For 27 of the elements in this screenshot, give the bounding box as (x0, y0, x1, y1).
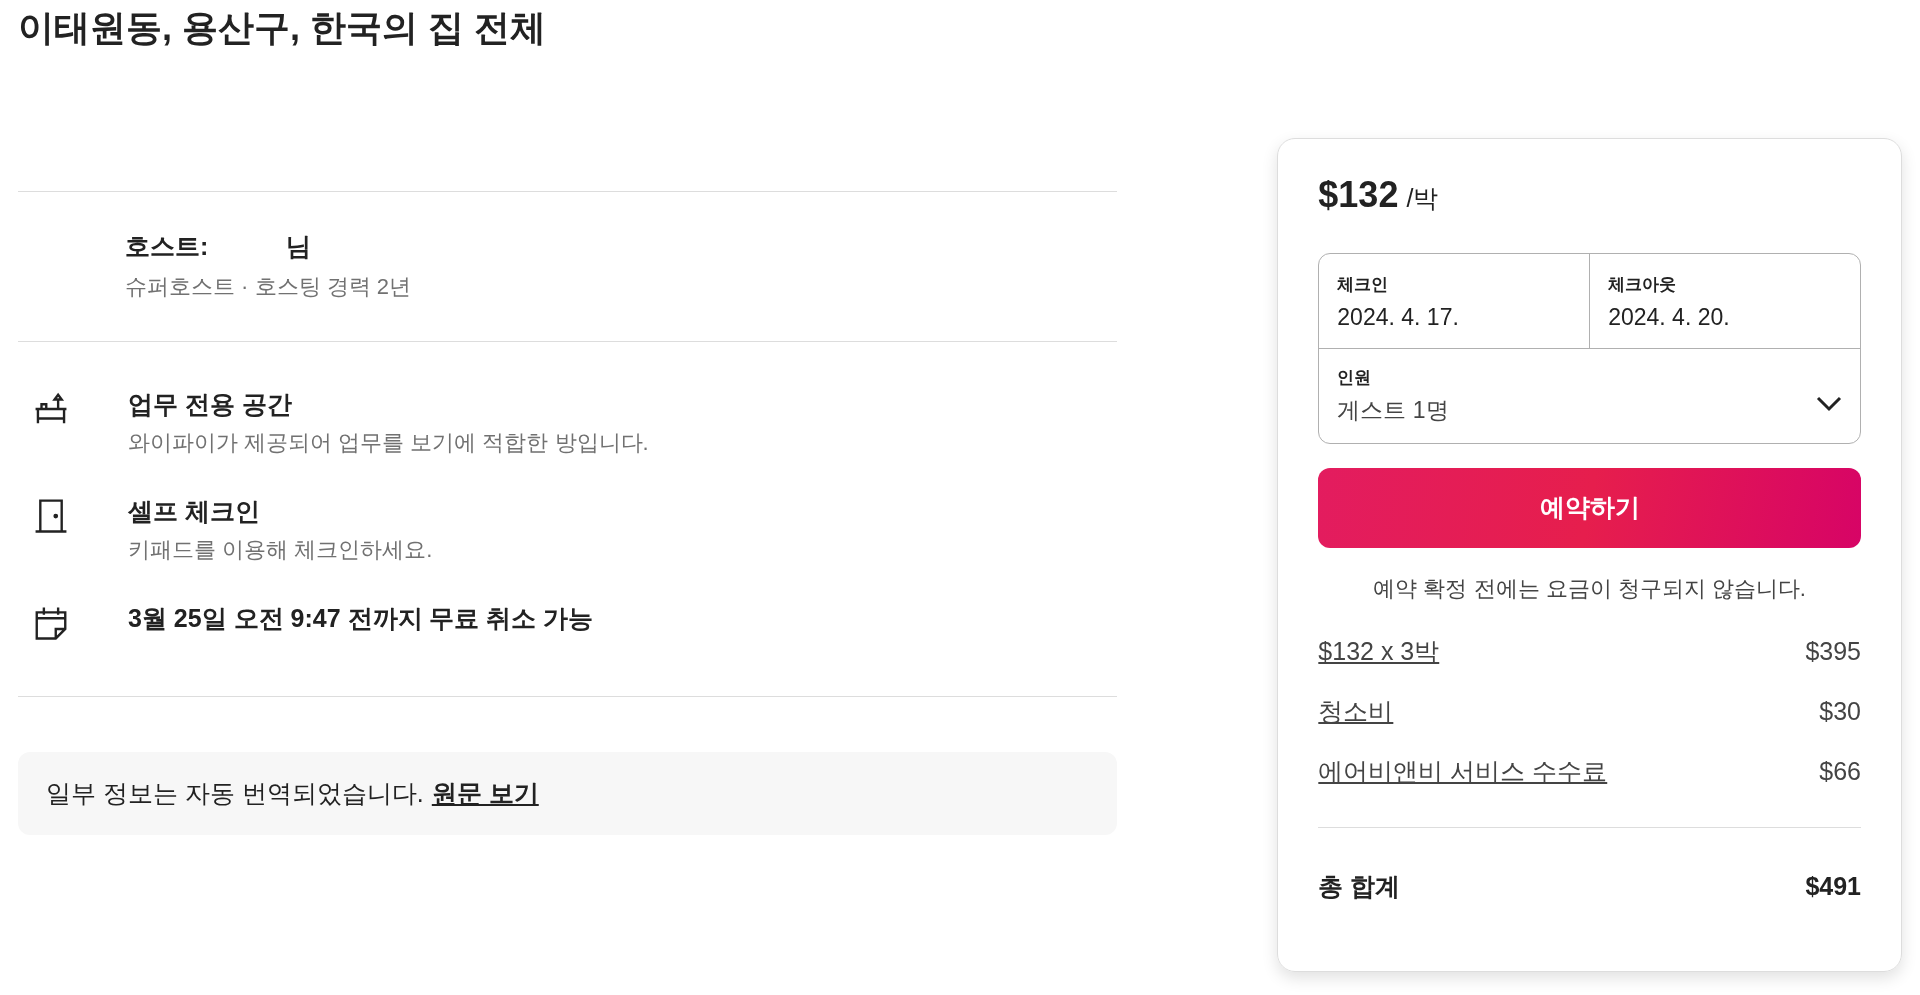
chevron-down-icon (1816, 396, 1842, 412)
total-amount: $491 (1805, 871, 1861, 902)
feature-description: 와이파이가 제공되어 업무를 보기에 적합한 방입니다. (128, 429, 649, 457)
fee-label-link[interactable]: 에어비앤비 서비스 수수료 (1318, 755, 1608, 787)
date-field[interactable]: 체크아웃 2024. 4. 20. (1590, 254, 1860, 348)
host-name-suffix: 님 (286, 231, 312, 262)
total-label: 총 합계 (1318, 871, 1401, 902)
fee-label-link[interactable]: $132 x 3박 (1318, 635, 1440, 667)
original-text-link[interactable]: 원문 보기 (431, 774, 539, 813)
feature-title: 업무 전용 공간 (128, 389, 293, 420)
date-field[interactable]: 체크인 2024. 4. 17. (1319, 254, 1591, 348)
reserve-button[interactable]: 예약하기 (1318, 468, 1861, 548)
guests-dropdown[interactable]: 인원 게스트 1명 (1319, 349, 1860, 443)
fee-label-link[interactable]: 청소비 (1318, 695, 1394, 727)
host-label: 호스트: (125, 231, 209, 262)
feature-title: 3월 25일 오전 9:47 전까지 무료 취소 가능 (128, 603, 594, 634)
feature-title: 셀프 체크인 (128, 496, 261, 527)
nightly-price: $132 (1318, 175, 1399, 215)
notice-text: 일부 정보는 자동 번역되었습니다. (46, 777, 424, 809)
price-unit: /박 (1406, 183, 1439, 214)
charge-note: 예약 확정 전에는 요금이 청구되지 않습니다. (1372, 575, 1807, 603)
fee-amount: $30 (1819, 696, 1861, 727)
fee-amount: $66 (1819, 756, 1861, 787)
listing-title: 이태원동, 용산구, 한국의 집 전체 (18, 6, 547, 50)
feature-description: 키패드를 이용해 체크인하세요. (128, 536, 433, 564)
host-subtitle: 슈퍼호스트 · 호스팅 경력 2년 (125, 273, 412, 301)
fee-amount: $395 (1805, 636, 1861, 667)
